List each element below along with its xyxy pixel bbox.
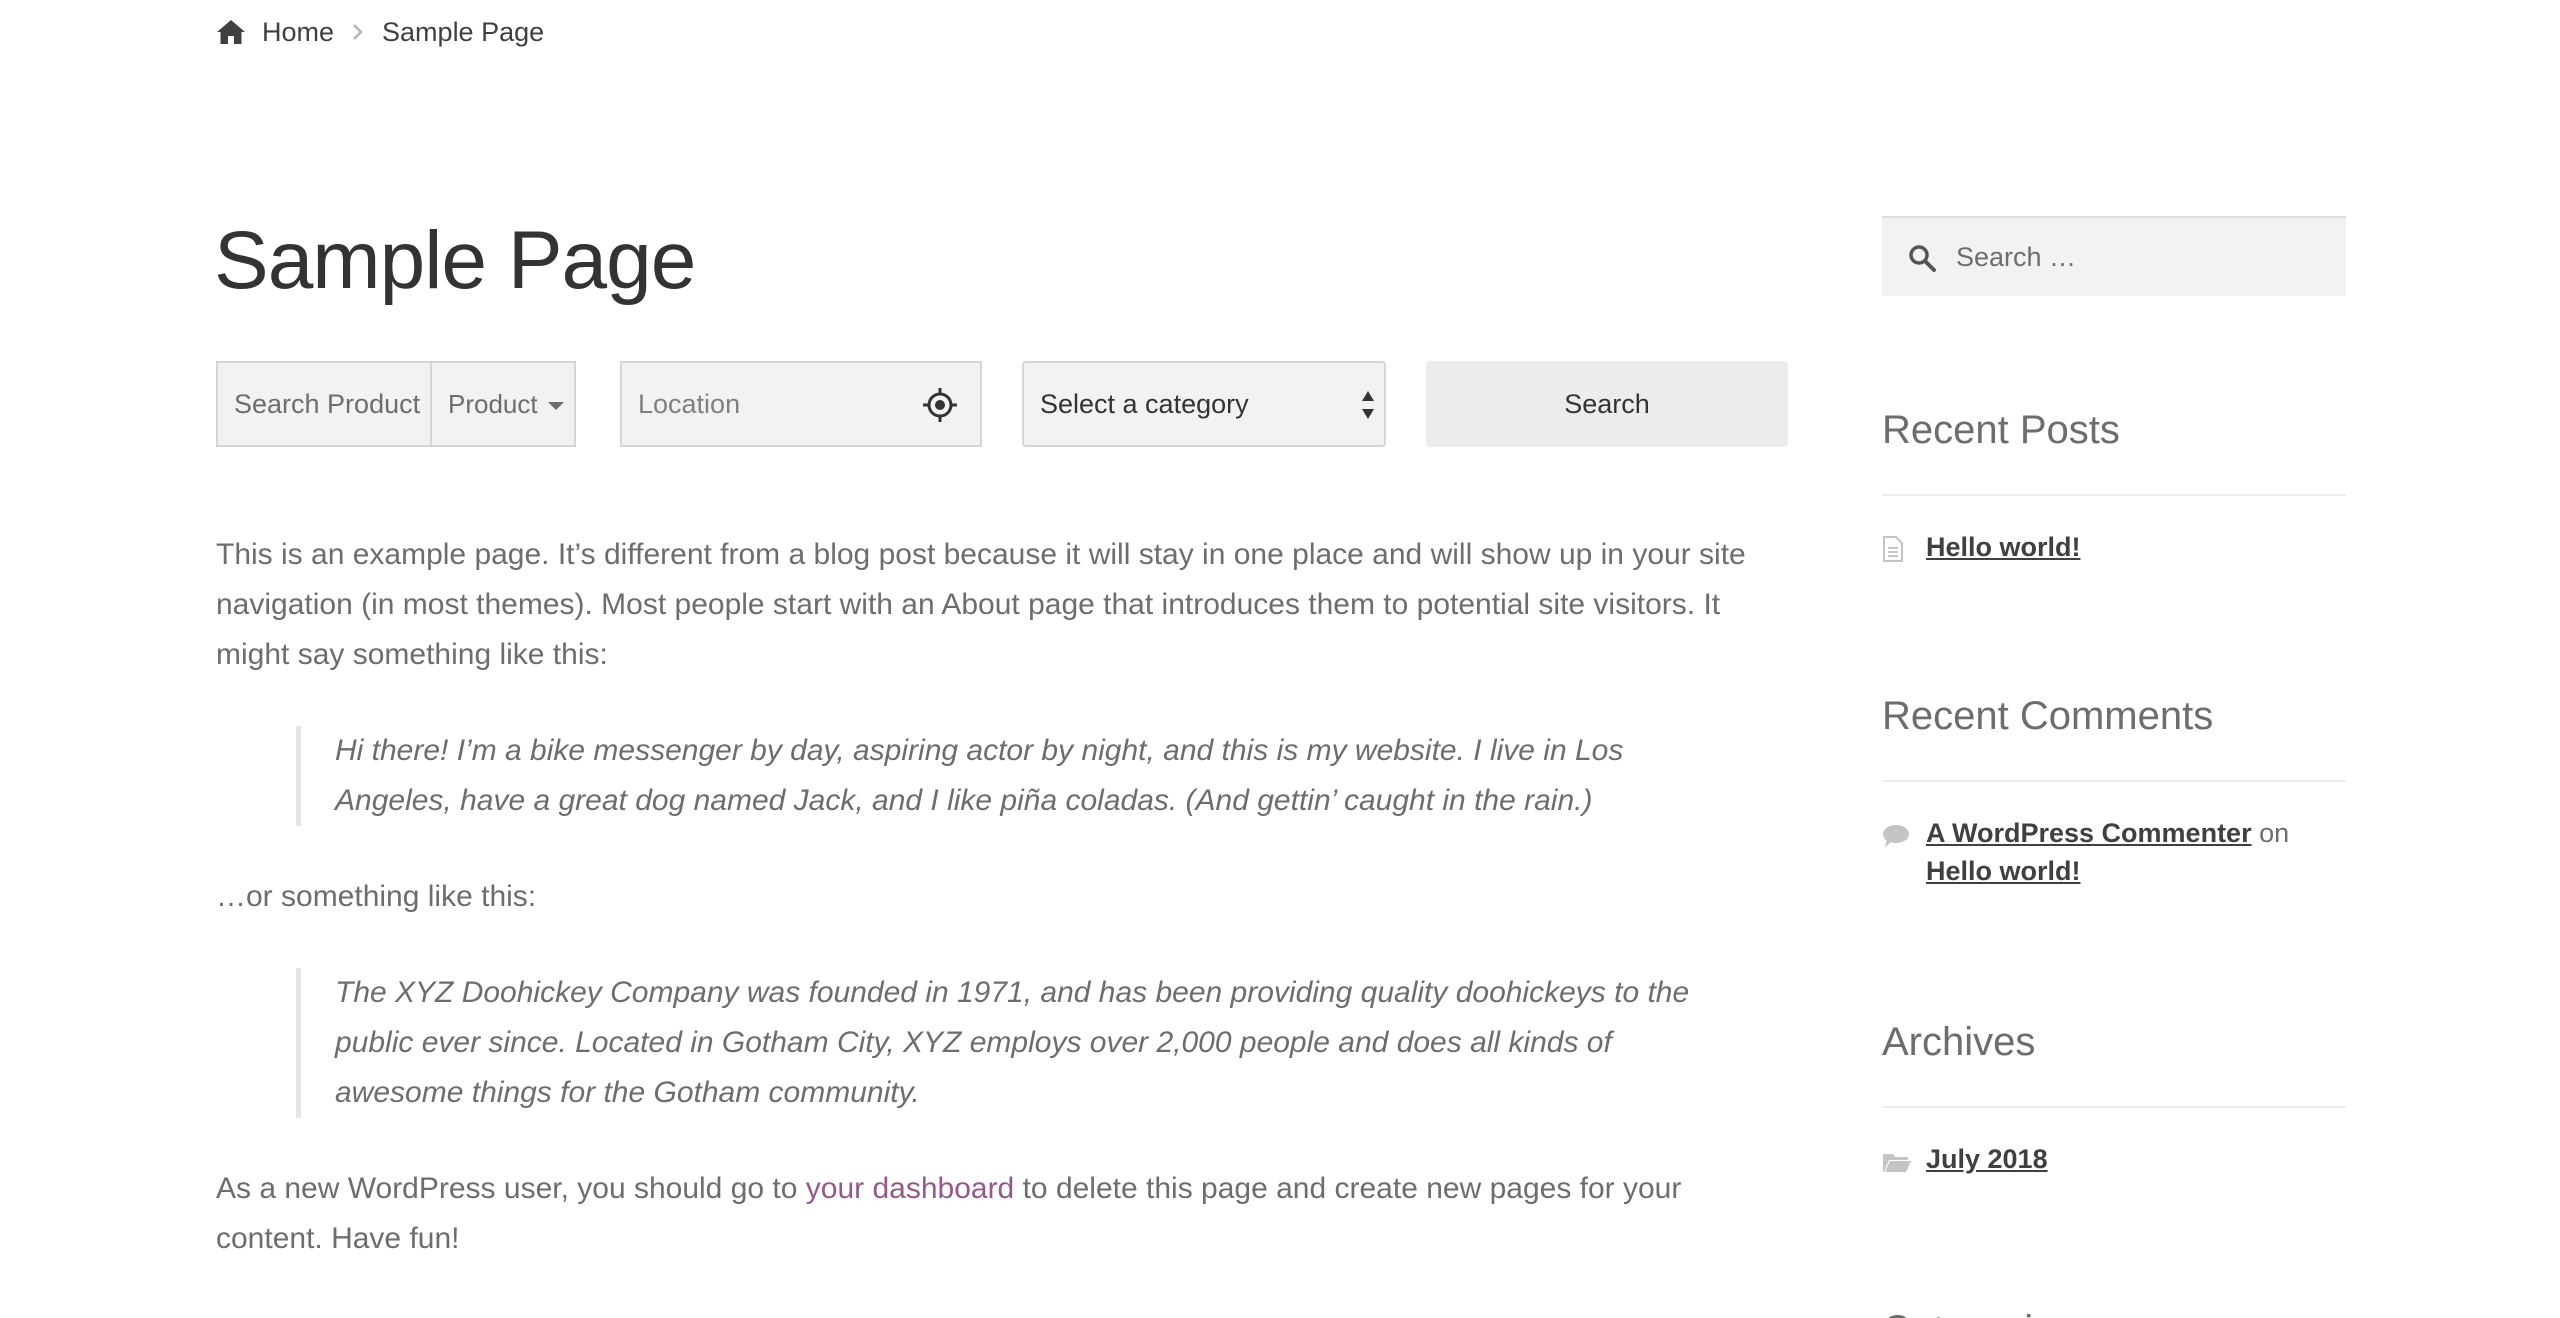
comment-author-link[interactable]: A WordPress Commenter	[1926, 818, 2252, 848]
product-type-label: Product	[448, 388, 538, 419]
archive-link[interactable]: July 2018	[1926, 1140, 2048, 1178]
sidebar-search-input[interactable]	[1954, 227, 2324, 287]
page-title: Sample Page	[214, 215, 696, 306]
product-search-field[interactable]: Search Product Product	[216, 361, 576, 447]
comment-entry: A WordPress Commenter on Hello world!	[1926, 814, 2346, 890]
comment-post-link[interactable]: Hello world!	[1926, 856, 2081, 886]
recent-comments-widget: Recent Comments A WordPress Commenter on…	[1882, 680, 2346, 890]
sidebar-search	[1882, 216, 2346, 296]
product-search-label[interactable]: Search Product	[218, 363, 432, 445]
breadcrumb: Home Sample Page	[216, 12, 544, 52]
caret-down-icon	[547, 402, 564, 410]
list-item: July 2018	[1882, 1140, 2346, 1178]
divider	[1882, 1106, 2346, 1108]
search-icon	[1908, 244, 1936, 272]
content-paragraph: As a new WordPress user, you should go t…	[216, 1164, 1792, 1264]
breadcrumb-home-link[interactable]: Home	[262, 17, 334, 48]
blockquote: The XYZ Doohickey Company was founded in…	[296, 968, 1695, 1118]
blockquote: Hi there! I’m a bike messenger by day, a…	[296, 726, 1695, 826]
location-input[interactable]	[622, 363, 910, 445]
content-paragraph: This is an example page. It’s different …	[216, 538, 1746, 671]
chevron-right-icon	[352, 23, 364, 41]
divider	[1882, 780, 2346, 782]
select-arrows-icon	[1360, 387, 1376, 423]
page: Home Sample Page Sample Page Search Prod…	[0, 0, 2560, 1318]
widget-title: Recent Comments	[1882, 693, 2214, 738]
location-field	[620, 361, 982, 447]
recent-posts-widget: Recent Posts Hello world!	[1882, 394, 2346, 566]
search-button[interactable]: Search	[1426, 361, 1788, 447]
archives-widget: Archives July 2018	[1882, 1006, 2346, 1178]
page-content: This is an example page. It’s different …	[216, 530, 1792, 1264]
comment-icon	[1882, 820, 1909, 847]
recent-post-link[interactable]: Hello world!	[1926, 528, 2081, 566]
content-paragraph: …or something like this:	[216, 880, 537, 913]
category-select-value: Select a category	[1040, 388, 1249, 419]
categories-widget: Categories	[1882, 1294, 2346, 1318]
home-icon[interactable]	[216, 19, 246, 45]
breadcrumb-current: Sample Page	[382, 16, 545, 47]
widget-title: Categories	[1882, 1294, 2346, 1318]
divider	[1882, 494, 2346, 496]
list-item: A WordPress Commenter on Hello world!	[1882, 814, 2346, 890]
comment-connector: on	[2259, 818, 2290, 848]
document-icon	[1882, 534, 1908, 562]
folder-icon	[1882, 1146, 1911, 1172]
widget-title: Archives	[1882, 1019, 2036, 1064]
list-item: Hello world!	[1882, 528, 2346, 566]
paragraph-text: As a new WordPress user, you should go t…	[216, 1172, 806, 1205]
sidebar: Recent Posts Hello world! Recent Comment…	[1882, 216, 2346, 1318]
dashboard-link[interactable]: your dashboard	[806, 1172, 1014, 1205]
widget-title: Recent Posts	[1882, 407, 2120, 452]
product-type-dropdown[interactable]: Product	[432, 363, 574, 445]
category-select[interactable]: Select a category	[1022, 361, 1386, 447]
crosshair-icon[interactable]	[922, 387, 958, 423]
